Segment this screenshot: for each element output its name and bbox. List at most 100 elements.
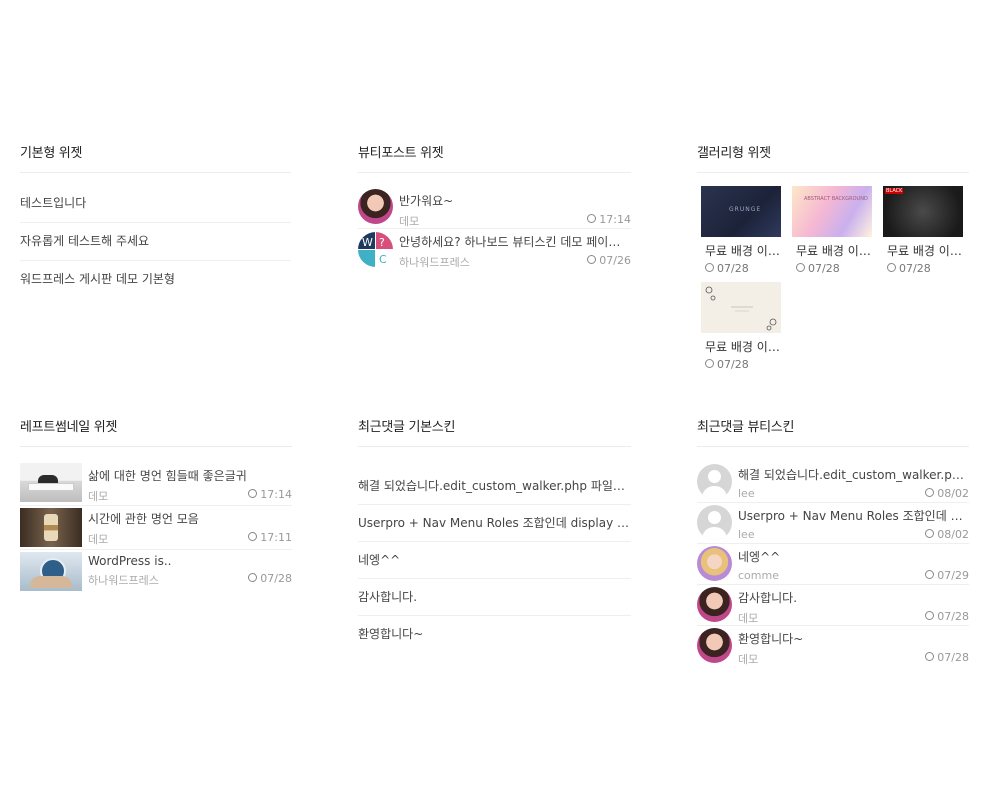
clock-icon [705, 359, 714, 368]
post-thumbnail [20, 463, 82, 502]
post-date: 17:14 [599, 213, 631, 226]
beauty-post-widget-title: 뷰티포스트 위젯 [358, 146, 631, 173]
post-title[interactable]: WordPress is.. [88, 554, 292, 568]
avatar [358, 189, 393, 224]
comment-item[interactable]: 감사합니다. 데모 07/28 [697, 585, 969, 626]
comment-date: 07/29 [937, 569, 969, 582]
left-thumbnail-widget-title: 레프트썸네일 위젯 [20, 420, 292, 447]
clock-icon [248, 573, 258, 582]
comment-text[interactable]: Userpro + Nav Menu Roles 조합인데 displ… [738, 507, 969, 524]
post-author: 데모 [88, 533, 109, 546]
basic-widget-list: 테스트입니다 자유롭게 테스트해 주세요 워드프레스 게시판 데모 기본형 [20, 185, 291, 298]
gallery-caption[interactable]: 무료 배경 이… [883, 242, 965, 259]
comment-text[interactable]: 감사합니다. [738, 589, 969, 606]
gallery-item[interactable]: GRUNGE 무료 배경 이… 07/28 [701, 186, 783, 275]
gallery-caption[interactable]: 무료 배경 이… [792, 242, 874, 259]
post-title[interactable]: 삶에 대한 명언 힘들때 좋은글귀 [88, 467, 292, 484]
beauty-post-list: 반가워요~ 데모 17:14 W ? C 안녕하세요? 하나보드 뷰티스킨 데모… [358, 188, 631, 269]
gallery-date: 07/28 [899, 262, 931, 275]
clock-icon [925, 529, 935, 538]
clock-icon [796, 263, 805, 272]
post-date: 07/28 [260, 572, 292, 585]
recent-comments-beauty-widget: 최근댓글 뷰티스킨 해결 되었습니다.edit_custom_walker.ph… [697, 420, 969, 666]
clock-icon [587, 214, 597, 223]
comment-date: 08/02 [937, 528, 969, 541]
clock-icon [925, 652, 935, 661]
comment-text[interactable]: 환영합니다~ [738, 630, 969, 647]
clock-icon [248, 532, 258, 541]
post-author: 하나워드프레스 [88, 574, 159, 587]
left-thumbnail-list: 삶에 대한 명언 힘들때 좋은글귀 데모 17:14 시간에 관한 명언 모음 … [20, 463, 292, 593]
avatar: W ? C [358, 232, 393, 267]
gallery-thumbnail[interactable]: GRUNGE [701, 186, 781, 237]
beauty-post-widget: 뷰티포스트 위젯 반가워요~ 데모 17:14 W ? C 안녕하세요? 하나보… [358, 146, 631, 269]
thumbnail-label: BLACK [885, 188, 904, 194]
gallery-caption[interactable]: 무료 배경 이… [701, 338, 783, 355]
list-item[interactable]: 삶에 대한 명언 힘들때 좋은글귀 데모 17:14 [20, 463, 292, 506]
comment-item[interactable]: 해결 되었습니다.edit_custom_walker.php 파일… [358, 468, 631, 505]
list-item[interactable]: 반가워요~ 데모 17:14 [358, 188, 631, 229]
comment-author: lee [738, 487, 755, 500]
post-title[interactable]: 반가워요~ [399, 192, 631, 209]
clock-icon [587, 255, 597, 264]
svg-text:?: ? [379, 236, 385, 249]
post-thumbnail [20, 508, 82, 547]
left-thumbnail-widget: 레프트썸네일 위젯 삶에 대한 명언 힘들때 좋은글귀 데모 17:14 시간에… [20, 420, 292, 593]
gallery-item[interactable]: ABSTRACT BACKGROUND 무료 배경 이… 07/28 [792, 186, 874, 275]
comment-item[interactable]: 해결 되었습니다.edit_custom_walker.php … lee 08… [697, 462, 969, 503]
list-item[interactable]: 테스트입니다 [20, 185, 291, 223]
gallery-thumbnail[interactable]: BLACK [883, 186, 963, 237]
clock-icon [925, 488, 935, 497]
comment-date: 07/28 [937, 651, 969, 664]
clock-icon [248, 489, 258, 498]
recent-comments-beauty-list: 해결 되었습니다.edit_custom_walker.php … lee 08… [697, 462, 969, 666]
basic-widget: 기본형 위젯 테스트입니다 자유롭게 테스트해 주세요 워드프레스 게시판 데모… [20, 146, 291, 298]
gallery-widget-title: 갤러리형 위젯 [697, 146, 969, 173]
clock-icon [925, 570, 935, 579]
post-thumbnail [20, 552, 82, 591]
gallery-item[interactable]: BLACK 무료 배경 이… 07/28 [883, 186, 965, 275]
comment-text[interactable]: 네엥^^ [738, 548, 969, 565]
default-avatar [697, 505, 732, 540]
gallery-thumbnail[interactable]: ABSTRACT BACKGROUND [792, 186, 872, 237]
comment-item[interactable]: Userpro + Nav Menu Roles 조합인데 display m… [358, 505, 631, 542]
thumbnail-label: ABSTRACT BACKGROUND [804, 196, 868, 202]
comment-author: 데모 [738, 612, 759, 625]
gallery-widget: 갤러리형 위젯 GRUNGE 무료 배경 이… 07/28 ABSTRACT B… [697, 146, 969, 376]
comment-date: 07/28 [937, 610, 969, 623]
comment-item[interactable]: 환영합니다~ 데모 07/28 [697, 626, 969, 666]
avatar [697, 546, 732, 581]
comment-text[interactable]: 해결 되었습니다.edit_custom_walker.php … [738, 466, 969, 483]
gallery-caption[interactable]: 무료 배경 이… [701, 242, 783, 259]
svg-text:W: W [362, 236, 373, 249]
list-item[interactable]: W ? C 안녕하세요? 하나보드 뷰티스킨 데모 페이지… 하나워드프레스 0… [358, 229, 631, 269]
post-title[interactable]: 안녕하세요? 하나보드 뷰티스킨 데모 페이지… [399, 233, 631, 250]
list-item[interactable]: 시간에 관한 명언 모음 데모 17:11 [20, 506, 292, 550]
gallery-date: 07/28 [808, 262, 840, 275]
comment-author: lee [738, 528, 755, 541]
recent-comments-basic-title: 최근댓글 기본스킨 [358, 420, 631, 447]
post-title[interactable]: 시간에 관한 명언 모음 [88, 510, 292, 527]
comment-item[interactable]: 환영합니다~ [358, 616, 631, 652]
post-author: 데모 [88, 490, 109, 503]
post-author: 하나워드프레스 [399, 256, 470, 269]
clock-icon [887, 263, 896, 272]
gallery-thumbnail[interactable] [701, 282, 781, 333]
comment-item[interactable]: 네엥^^ [358, 542, 631, 579]
comment-item[interactable]: Userpro + Nav Menu Roles 조합인데 displ… lee… [697, 503, 969, 544]
post-date: 17:11 [260, 531, 292, 544]
comment-item[interactable]: 네엥^^ comme 07/29 [697, 544, 969, 585]
avatar [697, 587, 732, 622]
post-date: 07/26 [599, 254, 631, 267]
gallery-date: 07/28 [717, 358, 749, 371]
default-avatar [697, 464, 732, 499]
gallery-item[interactable]: 무료 배경 이… 07/28 [701, 282, 783, 371]
comment-item[interactable]: 감사합니다. [358, 579, 631, 616]
svg-text:C: C [379, 253, 387, 266]
list-item[interactable]: WordPress is.. 하나워드프레스 07/28 [20, 550, 292, 593]
gallery-date: 07/28 [717, 262, 749, 275]
list-item[interactable]: 자유롭게 테스트해 주세요 [20, 223, 291, 261]
list-item[interactable]: 워드프레스 게시판 데모 기본형 [20, 261, 291, 298]
comment-author: comme [738, 569, 779, 582]
recent-comments-basic-widget: 최근댓글 기본스킨 해결 되었습니다.edit_custom_walker.ph… [358, 420, 631, 652]
